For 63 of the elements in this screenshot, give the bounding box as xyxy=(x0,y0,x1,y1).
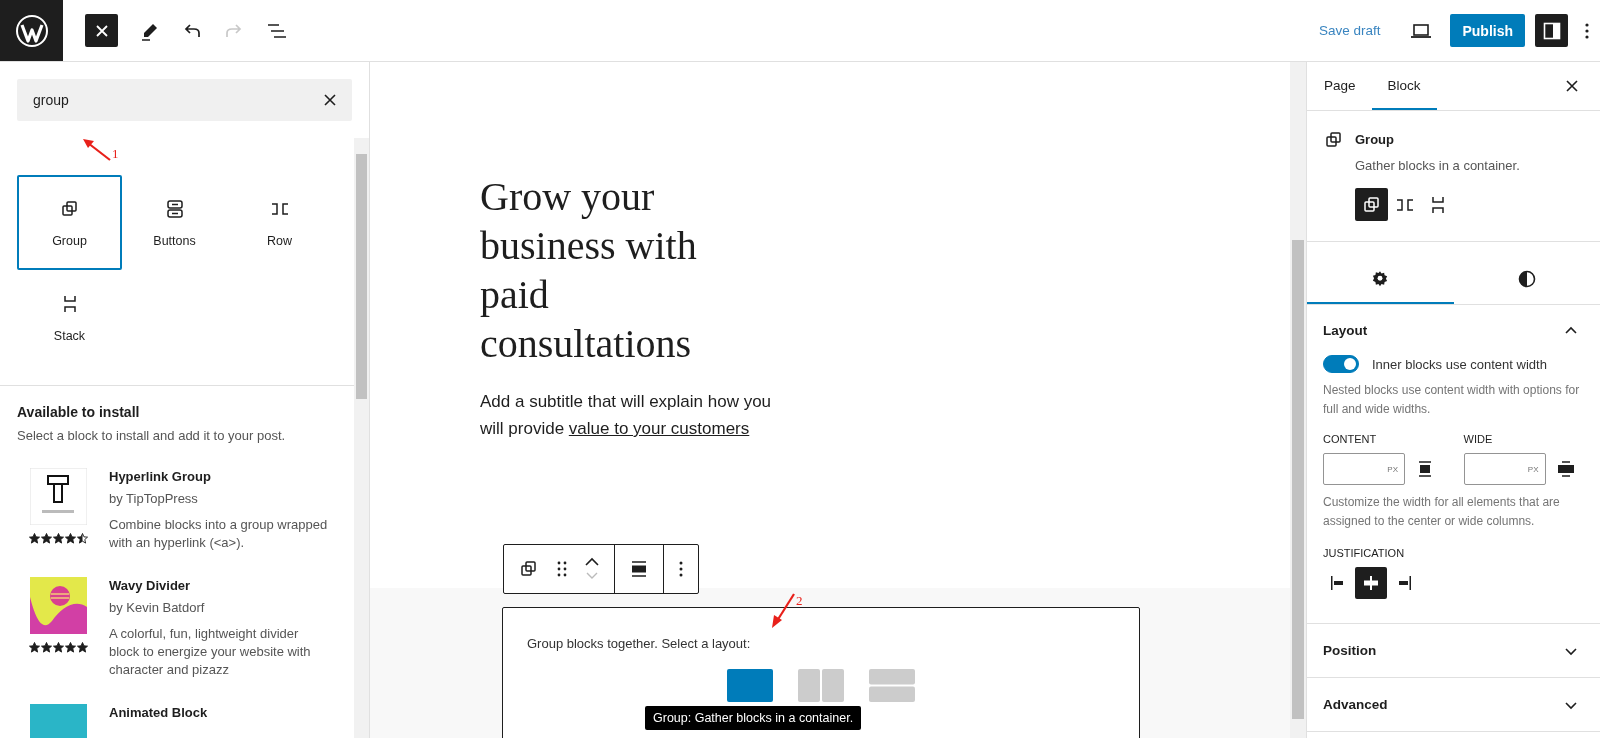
help-text: Customize the width for all elements that are assigned to the center or wide columns. xyxy=(1323,494,1561,530)
plugin-name[interactable]: Hyperlink Group xyxy=(109,468,329,486)
panel-toggle[interactable]: Advanced xyxy=(1307,678,1600,732)
toggle-switch[interactable] xyxy=(1323,355,1359,373)
block-item[interactable]: Buttons xyxy=(122,175,227,270)
wide-width-icon[interactable] xyxy=(1557,460,1574,478)
sidebar-panel-icon[interactable] xyxy=(1542,21,1561,40)
annotation-label: 2 xyxy=(796,593,803,609)
toggle-label: Inner blocks use content width xyxy=(1372,356,1547,372)
subtitle-link[interactable]: value to your customers xyxy=(568,419,750,438)
plugin-description: Combine blocks into a group wrapped with an hyperlink (<a>). xyxy=(109,516,329,552)
block-description: Gather blocks in a container. xyxy=(1355,158,1520,173)
annotation-arrow xyxy=(770,593,796,629)
justify-center-icon[interactable] xyxy=(1361,573,1381,593)
page-heading: Grow your business with paid consultations xyxy=(480,173,698,368)
close-icon[interactable] xyxy=(1566,80,1578,92)
block-item[interactable]: Row xyxy=(227,175,332,270)
plugin-name[interactable]: Animated Block xyxy=(109,704,329,722)
panel-toggle[interactable]: Position xyxy=(1307,624,1600,678)
chevron-icon[interactable] xyxy=(1564,325,1578,335)
publish-button[interactable]: Publish xyxy=(1450,14,1525,47)
move-up-icon[interactable] xyxy=(584,557,600,567)
save-draft-link[interactable]: Save draft xyxy=(1318,23,1381,38)
wordpress-logo[interactable] xyxy=(0,0,63,61)
field-label: CONTENT xyxy=(1323,433,1378,445)
section-description: Select a block to install and add it to your post. xyxy=(17,428,287,443)
page-subtitle: Add a subtitle that will explain how you will provide value to your customers xyxy=(480,391,773,440)
drag-handle-icon[interactable] xyxy=(556,559,568,579)
help-text: Nested blocks use content width with options for full and wide widths. xyxy=(1323,382,1581,418)
scrollbar[interactable] xyxy=(1290,62,1307,738)
block-item[interactable]: Stack xyxy=(17,270,122,365)
align-icon[interactable] xyxy=(629,559,649,579)
more-options-icon[interactable] xyxy=(678,559,684,579)
sidebar-tab[interactable]: Page xyxy=(1308,62,1372,110)
placeholder-instructions: Group blocks together. Select a layout: xyxy=(527,636,752,651)
contrast-icon[interactable] xyxy=(1517,270,1536,288)
layout-panel-toggle[interactable]: Layout xyxy=(1307,305,1600,355)
plugin-name[interactable]: Wavy Divider xyxy=(109,577,329,595)
search-field[interactable]: group xyxy=(17,79,352,121)
clear-search-icon[interactable] xyxy=(324,94,336,106)
plugin-author: by Kevin Batdorf xyxy=(109,599,206,617)
settings-button[interactable] xyxy=(1535,14,1568,47)
plugin-author: by TipTopPress xyxy=(109,490,199,508)
annotation-arrow xyxy=(82,138,112,162)
field-label: JUSTIFICATION xyxy=(1323,547,1406,559)
close-inserter-button[interactable] xyxy=(85,14,118,47)
block-item[interactable]: Group xyxy=(17,175,122,270)
chevron-icon[interactable] xyxy=(1564,699,1578,710)
width-input[interactable]: PX xyxy=(1323,453,1405,485)
sidebar-tab[interactable]: Block xyxy=(1371,62,1437,110)
justify-center-button[interactable] xyxy=(1355,567,1387,599)
scrollbar[interactable] xyxy=(354,138,369,738)
tooltip: Group: Gather blocks in a container. xyxy=(645,706,862,730)
annotation-label: 1 xyxy=(112,146,119,162)
content-width-icon[interactable] xyxy=(1417,460,1433,478)
width-input[interactable]: PX xyxy=(1463,453,1546,485)
chevron-icon[interactable] xyxy=(1564,645,1578,656)
section-heading: Available to install xyxy=(17,404,141,420)
block-name: Group xyxy=(1355,132,1395,147)
laptop-icon[interactable] xyxy=(1410,21,1433,40)
field-label: WIDE xyxy=(1463,433,1494,445)
plugin-description: A colorful, fun, lightweight divider block to energize your website with character and pizazz xyxy=(109,625,312,679)
settings-icon[interactable] xyxy=(1371,270,1390,288)
